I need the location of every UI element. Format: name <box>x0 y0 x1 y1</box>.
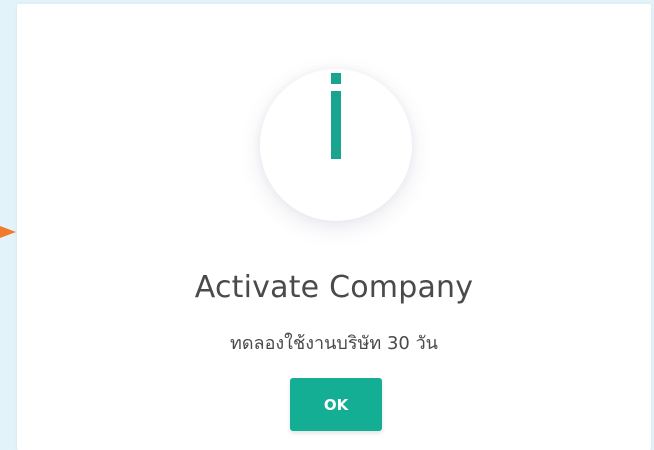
info-icon-circle <box>260 69 412 221</box>
info-icon <box>331 73 341 159</box>
ok-button[interactable]: OK <box>290 378 382 431</box>
alert-dialog: Activate Company ทดลองใช้งานบริษัท 30 วั… <box>17 4 651 450</box>
dialog-message: ทดลองใช้งานบริษัท 30 วัน <box>230 333 438 354</box>
dialog-title: Activate Company <box>194 270 474 305</box>
pointer-arrow-icon <box>0 226 16 238</box>
